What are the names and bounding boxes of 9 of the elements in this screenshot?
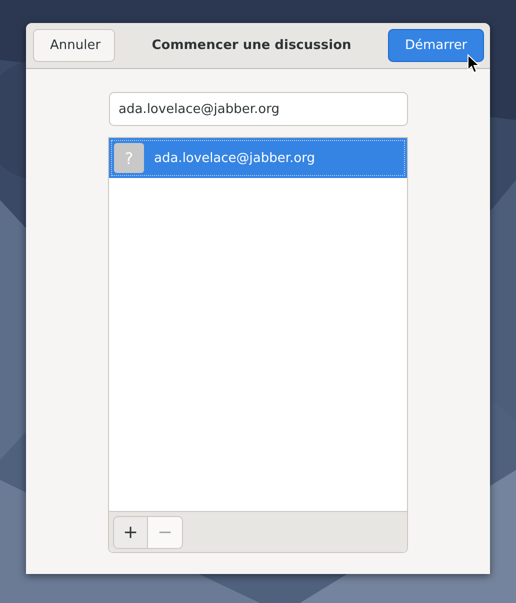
dialog-title: Commencer une discussion xyxy=(152,38,352,53)
contact-address: ada.lovelace@jabber.org xyxy=(154,150,315,166)
cancel-button[interactable]: Annuler xyxy=(33,29,115,62)
address-field[interactable]: ada.lovelace@jabber.org xyxy=(108,92,408,126)
mouse-pointer-icon xyxy=(467,54,480,74)
avatar: ? xyxy=(114,143,144,173)
start-button[interactable]: Démarrer xyxy=(388,29,484,62)
contact-row[interactable]: ? ada.lovelace@jabber.org xyxy=(109,138,407,178)
add-button[interactable]: + xyxy=(113,516,148,548)
